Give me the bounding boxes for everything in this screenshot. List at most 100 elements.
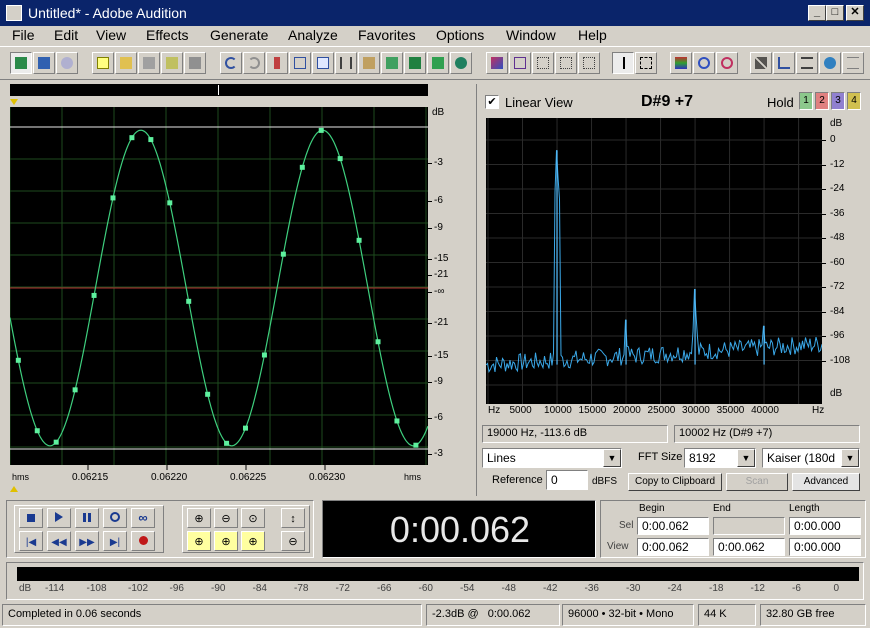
- spectrum-display[interactable]: [486, 118, 822, 404]
- cursor-marker-bottom[interactable]: [10, 486, 18, 492]
- menu-favorites[interactable]: Favorites: [358, 27, 416, 43]
- spectral-view-icon[interactable]: [486, 52, 508, 74]
- sel-begin-input[interactable]: 0:00.062: [637, 517, 709, 535]
- mix-paste-icon[interactable]: [404, 52, 426, 74]
- edit-view-icon[interactable]: [10, 52, 32, 74]
- view-end-input[interactable]: 0:00.062: [713, 538, 785, 556]
- open-file-icon[interactable]: [115, 52, 137, 74]
- hold-button-3[interactable]: 3: [831, 92, 845, 110]
- menu-generate[interactable]: Generate: [210, 27, 268, 43]
- zoom-in-vertical-icon[interactable]: ↕: [281, 508, 305, 528]
- menu-effects[interactable]: Effects: [146, 27, 189, 43]
- menu-edit[interactable]: Edit: [54, 27, 78, 43]
- return-icon[interactable]: [773, 52, 795, 74]
- repeat-icon[interactable]: [266, 52, 288, 74]
- frequency-analysis-icon[interactable]: [670, 52, 692, 74]
- zoom-left-icon[interactable]: ⊕: [214, 531, 238, 551]
- save-as-icon[interactable]: [161, 52, 183, 74]
- phase-analysis-icon[interactable]: [716, 52, 738, 74]
- paste-icon[interactable]: [358, 52, 380, 74]
- envelope-icon[interactable]: [819, 52, 841, 74]
- menu-file[interactable]: File: [12, 27, 35, 43]
- reference-input[interactable]: 0: [546, 470, 588, 490]
- rewind-button[interactable]: ◀◀: [47, 531, 71, 551]
- hold-button-1[interactable]: 1: [799, 92, 813, 110]
- fast-forward-button[interactable]: ▶▶: [75, 531, 99, 551]
- spectrum-db-tick: [822, 140, 826, 141]
- advanced-button[interactable]: Advanced: [792, 473, 860, 491]
- menu-view[interactable]: View: [96, 27, 126, 43]
- spectrum-hz-label: 25000: [647, 405, 676, 416]
- window-function-select[interactable]: Kaiser (180d ▼: [762, 448, 860, 468]
- zoom-selection-icon[interactable]: ⊕: [187, 531, 211, 551]
- hold-button-2[interactable]: 2: [815, 92, 829, 110]
- close-button[interactable]: ✕: [846, 5, 864, 21]
- view-length-input[interactable]: 0:00.000: [789, 538, 861, 556]
- linear-view-checkbox[interactable]: ✔: [485, 95, 499, 109]
- zoom-wave-icon[interactable]: [450, 52, 472, 74]
- multitrack-view-icon[interactable]: [33, 52, 55, 74]
- copy-icon[interactable]: [289, 52, 311, 74]
- go-to-end-button[interactable]: ▶|: [103, 531, 127, 551]
- reference-label: Reference: [492, 474, 543, 486]
- copy-to-clipboard-button[interactable]: Copy to Clipboard: [628, 473, 722, 491]
- menu-analyze[interactable]: Analyze: [288, 27, 338, 43]
- split-icon[interactable]: [796, 52, 818, 74]
- copy-new-icon[interactable]: [312, 52, 334, 74]
- trim-icon[interactable]: [427, 52, 449, 74]
- zoom-full-icon[interactable]: ⊙: [241, 508, 265, 528]
- sel-end-input[interactable]: [713, 517, 785, 535]
- zoom-right-icon[interactable]: ⊕: [241, 531, 265, 551]
- sel-length-input[interactable]: 0:00.000: [789, 517, 861, 535]
- menu-help[interactable]: Help: [578, 27, 607, 43]
- snap-icon[interactable]: [750, 52, 772, 74]
- save-icon[interactable]: [138, 52, 160, 74]
- stop-button[interactable]: [19, 508, 43, 528]
- grid-view-3-icon[interactable]: [578, 52, 600, 74]
- play-button[interactable]: [47, 508, 71, 528]
- save-all-icon[interactable]: [184, 52, 206, 74]
- spectrum-db-unit-bottom: dB: [830, 388, 843, 399]
- overview-bar[interactable]: [10, 84, 428, 96]
- waveform-view-icon[interactable]: [509, 52, 531, 74]
- marquee-tool-icon[interactable]: [635, 52, 657, 74]
- scan-button[interactable]: Scan: [726, 473, 788, 491]
- minimize-button[interactable]: _: [808, 5, 826, 21]
- record-button[interactable]: [131, 531, 155, 551]
- cut-icon[interactable]: [335, 52, 357, 74]
- grid-view-1-icon[interactable]: [532, 52, 554, 74]
- hold-button-4[interactable]: 4: [847, 92, 861, 110]
- cursor-marker-top[interactable]: [10, 99, 18, 105]
- fft-size-select[interactable]: 8192 ▼: [684, 448, 756, 468]
- waveform-display[interactable]: 0.06215 0.06220 0.06225 0.06230 hms hms: [10, 107, 428, 485]
- play-to-end-button[interactable]: [103, 508, 127, 528]
- spectrum-db-tick: [822, 262, 826, 264]
- level-meter-label: -90: [211, 583, 226, 594]
- go-to-beginning-button[interactable]: |◀: [19, 531, 43, 551]
- chevron-down-icon[interactable]: ▼: [737, 449, 755, 467]
- waveform-panel[interactable]: 0.06215 0.06220 0.06225 0.06230 hms hms: [10, 107, 428, 485]
- display-mode-select[interactable]: Lines ▼: [482, 448, 622, 468]
- new-file-icon[interactable]: [92, 52, 114, 74]
- chevron-down-icon[interactable]: ▼: [841, 449, 859, 467]
- paste-new-icon[interactable]: [381, 52, 403, 74]
- status-time-value: 0:00.062: [487, 608, 531, 620]
- menu-window[interactable]: Window: [506, 27, 556, 43]
- grid-view-2-icon[interactable]: [555, 52, 577, 74]
- pause-button[interactable]: [75, 508, 99, 528]
- redo-icon[interactable]: [243, 52, 265, 74]
- undo-icon[interactable]: [220, 52, 242, 74]
- zoom-out-vertical-icon[interactable]: ⊖: [281, 531, 305, 551]
- zoom-out-horizontal-icon[interactable]: ⊖: [214, 508, 238, 528]
- spectrum-panel[interactable]: [486, 118, 822, 404]
- time-selection-tool-icon[interactable]: [612, 52, 634, 74]
- chevron-down-icon[interactable]: ▼: [603, 449, 621, 467]
- analysis-zoom-icon[interactable]: [693, 52, 715, 74]
- zoom-in-horizontal-icon[interactable]: ⊕: [187, 508, 211, 528]
- stretch-icon[interactable]: [842, 52, 864, 74]
- view-begin-input[interactable]: 0:00.062: [637, 538, 709, 556]
- loop-button[interactable]: ∞: [131, 508, 155, 528]
- menu-options[interactable]: Options: [436, 27, 484, 43]
- maximize-button[interactable]: □: [826, 5, 844, 21]
- cd-view-icon[interactable]: [56, 52, 78, 74]
